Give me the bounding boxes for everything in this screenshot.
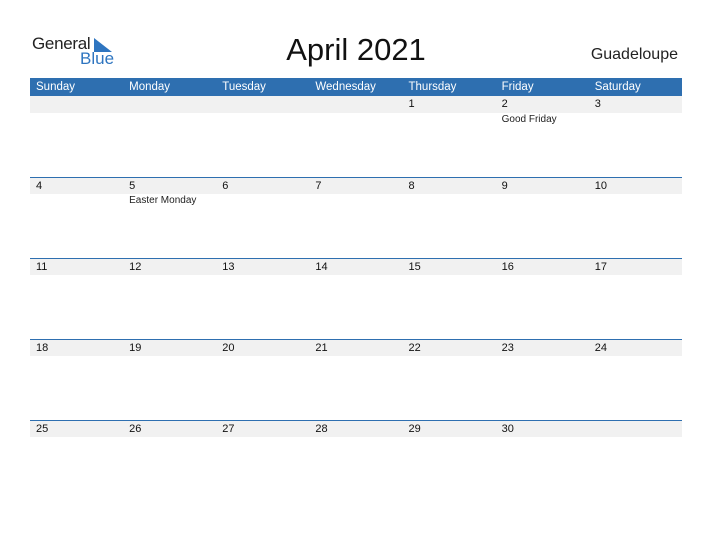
day-number: 24 xyxy=(594,342,607,354)
holiday-label xyxy=(123,113,216,127)
day-number: 16 xyxy=(501,261,514,273)
holiday-label: Easter Monday xyxy=(129,195,197,206)
weekday-sunday: Sunday xyxy=(36,81,76,93)
holiday-label: Good Friday xyxy=(501,114,557,125)
weekday-friday: Friday xyxy=(501,81,534,93)
holiday-label xyxy=(216,113,309,127)
day-number xyxy=(589,421,682,437)
week-row: 25 26 27 28 29 30 xyxy=(30,420,682,501)
day-number: 18 xyxy=(36,342,49,354)
holiday-label xyxy=(403,113,496,127)
weekday-wednesday: Wednesday xyxy=(315,81,376,93)
day-number: 13 xyxy=(222,261,235,273)
day-number: 20 xyxy=(222,342,235,354)
weeks-container: 1 2 3 Good Friday 4 5 6 7 8 9 10 Easter Monday 11 12 1… xyxy=(30,96,682,501)
weekday-tuesday: Tuesday xyxy=(222,81,266,93)
day-number: 10 xyxy=(594,180,607,192)
region-label: Guadeloupe xyxy=(590,46,678,63)
day-number xyxy=(123,96,216,113)
day-number: 23 xyxy=(501,342,514,354)
holiday-label xyxy=(309,113,402,127)
day-number xyxy=(216,96,309,113)
holiday-label xyxy=(30,194,123,208)
day-number xyxy=(30,96,123,113)
day-number: 11 xyxy=(36,261,48,273)
day-number: 19 xyxy=(129,342,142,354)
day-number: 9 xyxy=(501,180,508,192)
holiday-label xyxy=(589,194,682,208)
weekday-header: Sunday Monday Tuesday Wednesday Thursday… xyxy=(30,78,682,96)
holiday-label xyxy=(309,194,402,208)
holiday-label xyxy=(589,113,682,127)
day-number: 28 xyxy=(315,423,328,435)
date-strip: 4 5 6 7 8 9 10 xyxy=(30,178,682,194)
day-number: 3 xyxy=(594,98,601,110)
date-strip: 18 19 20 21 22 23 24 xyxy=(30,340,682,356)
week-row: 18 19 20 21 22 23 24 xyxy=(30,339,682,420)
day-number: 26 xyxy=(129,423,142,435)
week-row: 4 5 6 7 8 9 10 Easter Monday xyxy=(30,177,682,258)
day-number: 29 xyxy=(408,423,421,435)
date-strip: 1 2 3 xyxy=(30,96,682,113)
holiday-label xyxy=(30,113,123,127)
day-number xyxy=(309,96,402,113)
date-strip: 11 12 13 14 15 16 17 xyxy=(30,259,682,275)
events-row: Good Friday xyxy=(30,113,682,127)
holiday-label xyxy=(496,194,589,208)
day-number: 8 xyxy=(408,180,415,192)
day-number: 14 xyxy=(315,261,328,273)
holiday-label xyxy=(403,194,496,208)
weekday-thursday: Thursday xyxy=(408,81,457,93)
calendar-grid: Sunday Monday Tuesday Wednesday Thursday… xyxy=(30,78,682,501)
day-number: 30 xyxy=(501,423,514,435)
day-number: 6 xyxy=(222,180,229,192)
day-number: 1 xyxy=(408,98,415,110)
weekday-saturday: Saturday xyxy=(594,81,641,93)
weekday-monday: Monday xyxy=(129,81,171,93)
holiday-label xyxy=(216,194,309,208)
day-number: 25 xyxy=(36,423,49,435)
day-number: 12 xyxy=(129,261,142,273)
day-number: 15 xyxy=(408,261,421,273)
day-number: 22 xyxy=(408,342,421,354)
day-number: 2 xyxy=(501,98,508,110)
events-row: Easter Monday xyxy=(30,194,682,208)
day-number: 7 xyxy=(315,180,322,192)
week-row: 11 12 13 14 15 16 17 xyxy=(30,258,682,339)
day-number: 17 xyxy=(594,261,607,273)
date-strip: 25 26 27 28 29 30 xyxy=(30,421,682,437)
day-number: 27 xyxy=(222,423,235,435)
day-number: 21 xyxy=(315,342,328,354)
day-number: 5 xyxy=(129,180,136,192)
day-number: 4 xyxy=(36,180,43,192)
week-row: 1 2 3 Good Friday xyxy=(30,96,682,177)
